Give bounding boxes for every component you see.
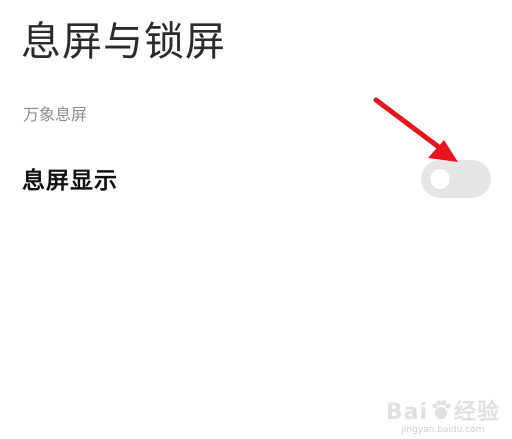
watermark-brand: Bai xyxy=(385,400,428,425)
paw-icon xyxy=(430,399,452,427)
page-title: 息屏与锁屏 xyxy=(21,19,226,65)
setting-label: 息屏显示 xyxy=(22,168,118,194)
watermark-brand-tail: 经验 xyxy=(453,400,500,425)
watermark-url: jingyan.baidu.com xyxy=(401,425,485,435)
arrow-pointer-icon xyxy=(373,97,458,162)
section-label: 万象息屏 xyxy=(23,105,88,124)
baidu-jingyan-watermark: Bai 经验 jingyan.baidu.com xyxy=(386,394,500,435)
